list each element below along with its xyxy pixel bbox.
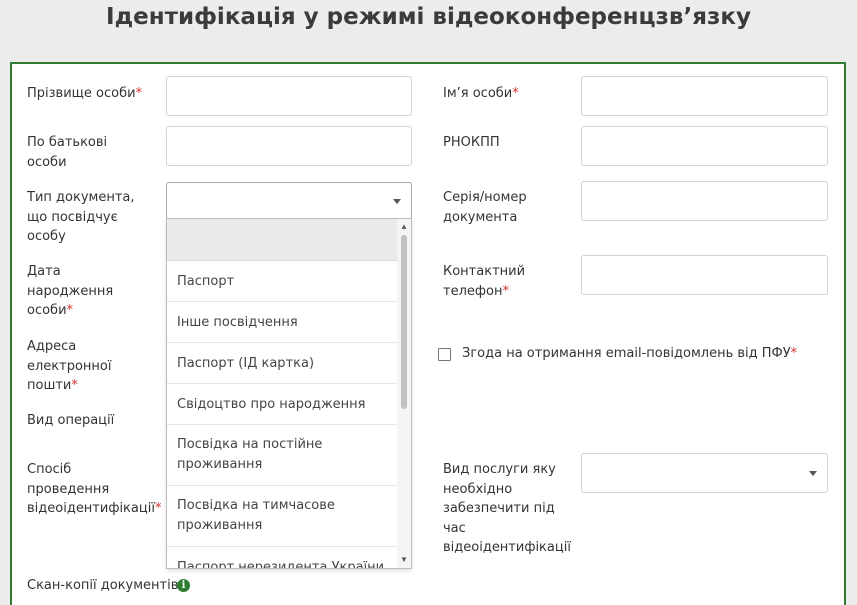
page-title: Ідентифікація у режимі відеоконференцзв’…	[106, 4, 751, 30]
dropdown-option[interactable]: Посвідка на постійне проживання	[167, 425, 397, 486]
dropdown-option[interactable]: Паспорт	[167, 261, 397, 302]
document-number-input[interactable]	[581, 181, 828, 221]
rnokpp-input[interactable]	[581, 126, 828, 166]
operation-type-label: Вид операції	[27, 413, 115, 428]
info-icon[interactable]: i	[177, 579, 190, 592]
patronymic-input[interactable]	[166, 126, 412, 166]
dropdown-option[interactable]: Паспорт (ІД картка)	[167, 343, 397, 384]
dropdown-option[interactable]: Паспорт нерезидента України	[167, 547, 397, 568]
dropdown-option[interactable]: Свідоцтво про народження	[167, 384, 397, 425]
chevron-down-icon	[809, 471, 817, 476]
document-number-label: Серія/номер документа	[443, 190, 527, 225]
email-label: Адреса електронної пошти*	[27, 339, 112, 393]
scrollbar-thumb[interactable]	[401, 235, 407, 409]
dropdown-option[interactable]: Посвідка на тимчасове проживання	[167, 486, 397, 547]
dropdown-scrollbar[interactable]: ▲ ▼	[397, 219, 411, 568]
chevron-down-icon	[393, 199, 401, 204]
consent-checkbox[interactable]	[438, 348, 451, 361]
dropdown-option[interactable]: Інше посвідчення	[167, 302, 397, 343]
document-type-dropdown: Паспорт Інше посвідчення Паспорт (ІД кар…	[166, 218, 412, 569]
video-method-label: Спосіб проведення відеоідентифікації*	[27, 462, 162, 516]
surname-label: Прізвище особи*	[27, 86, 143, 101]
birth-date-label: Дата народження особи*	[27, 264, 114, 318]
document-type-select[interactable]	[166, 182, 412, 220]
name-input[interactable]	[581, 76, 828, 116]
phone-input[interactable]	[581, 255, 828, 295]
patronymic-label: По батькові особи	[27, 135, 108, 170]
document-type-label: Тип документа, що посвідчує особу	[27, 190, 135, 244]
service-type-select[interactable]	[581, 453, 828, 493]
dropdown-option-blank[interactable]	[167, 219, 397, 261]
scroll-up-icon[interactable]: ▲	[400, 223, 408, 231]
scans-label: Скан-копії документів	[27, 578, 179, 593]
phone-label: Контактний телефон*	[443, 264, 526, 299]
consent-label: Згода на отримання email-повідомлень від…	[462, 346, 798, 361]
surname-input[interactable]	[166, 76, 412, 116]
scroll-down-icon[interactable]: ▼	[400, 556, 408, 564]
rnokpp-label: РНОКПП	[443, 135, 500, 150]
name-label: Ім’я особи*	[443, 86, 519, 101]
service-type-label: Вид послуги яку необхідно забезпечити під ч…	[443, 462, 571, 555]
